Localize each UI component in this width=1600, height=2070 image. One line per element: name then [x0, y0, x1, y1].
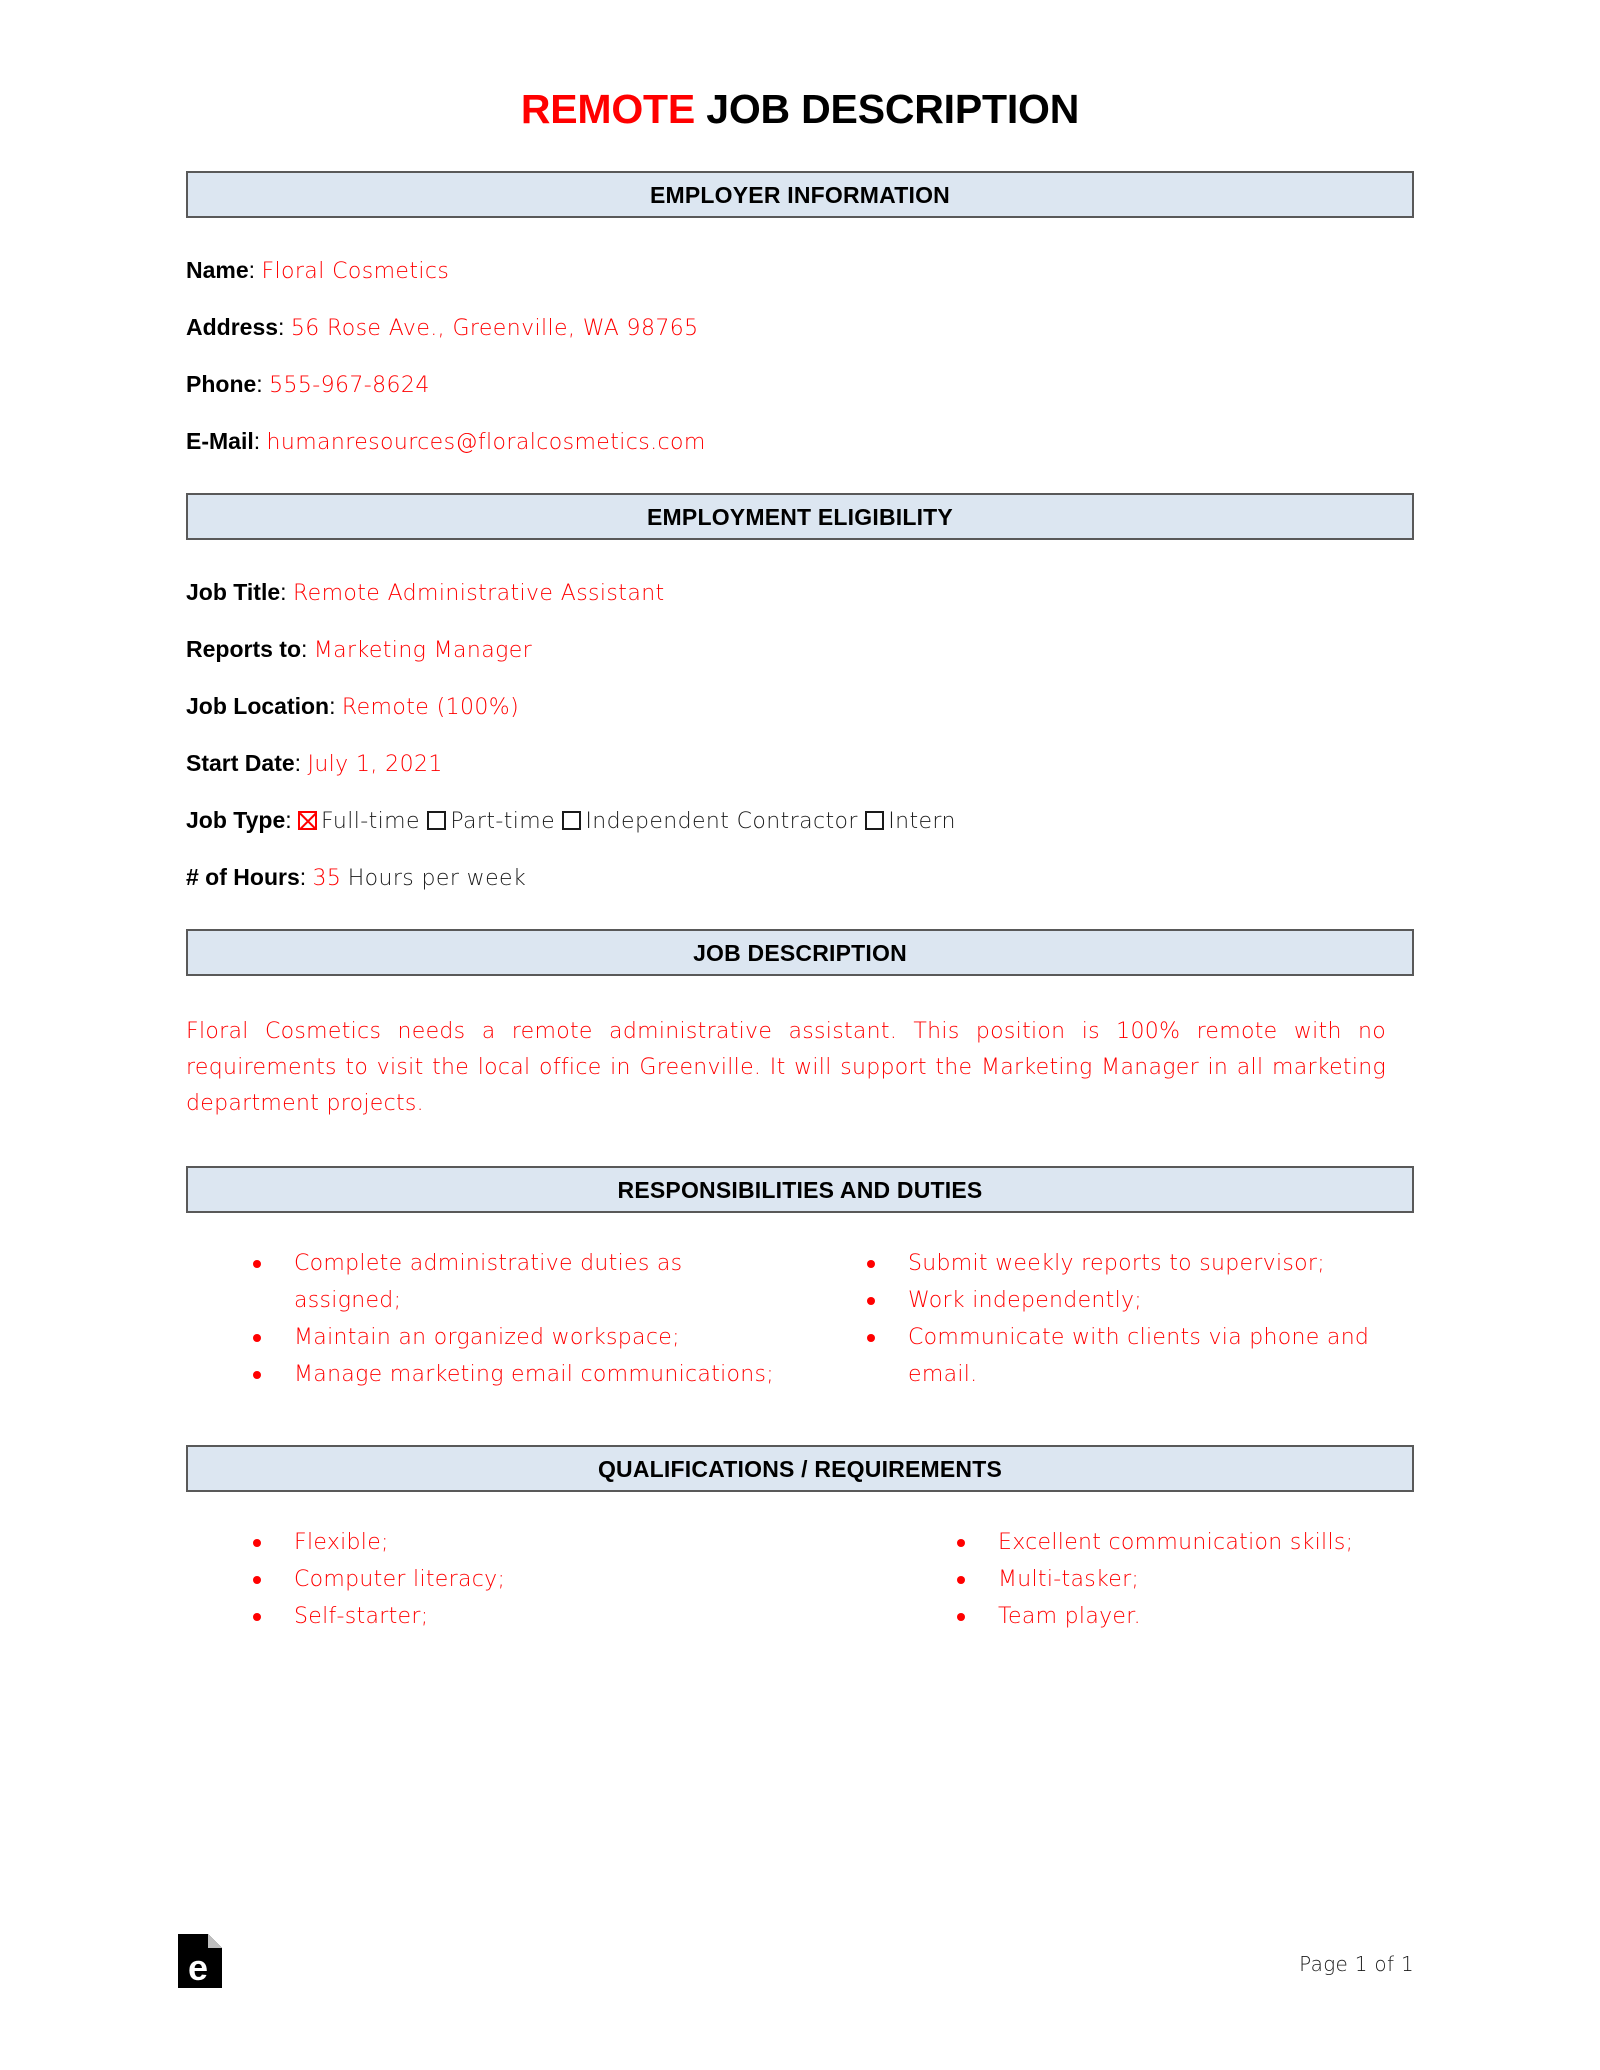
field-job-location-colon: :	[329, 693, 336, 719]
section-header-job-description: JOB DESCRIPTION	[186, 929, 1414, 976]
field-start-date-label: Start Date	[186, 750, 295, 776]
field-job-type-label: Job Type	[186, 807, 286, 833]
page-title: REMOTE JOB DESCRIPTION	[186, 0, 1414, 133]
checkbox-label-full-time: Full-time	[321, 809, 420, 834]
field-reports-to: Reports to: Marketing Manager	[186, 635, 1414, 665]
svg-text:e: e	[188, 1947, 208, 1988]
list-item: Work independently;	[860, 1282, 1404, 1319]
page-number: Page 1 of 1	[1299, 1952, 1414, 1976]
field-job-title: Job Title: Remote Administrative Assista…	[186, 578, 1414, 608]
field-job-title-label: Job Title	[186, 579, 281, 605]
checkbox-label-intern: Intern	[888, 809, 956, 834]
field-job-location-value[interactable]: Remote (100%)	[342, 695, 519, 720]
list-item: Team player.	[950, 1598, 1404, 1635]
field-number-of-hours-value[interactable]: 35	[313, 866, 342, 891]
field-name: Name: Floral Cosmetics	[186, 256, 1414, 286]
field-number-of-hours-colon: :	[299, 864, 307, 890]
section-header-qualifications: QUALIFICATIONS / REQUIREMENTS	[186, 1445, 1414, 1492]
page-title-accent: REMOTE	[520, 86, 696, 132]
qualifications-right-column: Excellent communication skills; Multi-ta…	[800, 1524, 1414, 1635]
section-header-responsibilities: RESPONSIBILITIES AND DUTIES	[186, 1166, 1414, 1213]
page-footer: e Page 1 of 1	[178, 1928, 1414, 1988]
checkbox-part-time[interactable]	[427, 811, 447, 830]
qualifications-right-list: Excellent communication skills; Multi-ta…	[950, 1524, 1404, 1635]
checkbox-label-independent-contractor: Independent Contractor	[585, 809, 858, 834]
field-reports-to-label: Reports to	[186, 636, 301, 662]
field-phone-colon: :	[256, 371, 263, 397]
field-number-of-hours: # of Hours: 35 Hours per week	[186, 863, 1414, 893]
section-header-employment-eligibility: EMPLOYMENT ELIGIBILITY	[186, 493, 1414, 540]
field-address-value[interactable]: 56 Rose Ave., Greenville, WA 98765	[291, 316, 699, 341]
document-page: REMOTE JOB DESCRIPTION EMPLOYER INFORMAT…	[0, 0, 1600, 2070]
job-description-body[interactable]: Floral Cosmetics needs a remote administ…	[186, 1014, 1386, 1122]
qualifications-left-list: Flexible; Computer literacy; Self-starte…	[246, 1524, 776, 1635]
field-reports-to-value[interactable]: Marketing Manager	[314, 638, 532, 663]
field-job-location: Job Location: Remote (100%)	[186, 692, 1414, 722]
field-phone-value[interactable]: 555-967-8624	[269, 373, 430, 398]
field-email-colon: :	[253, 428, 261, 454]
job-type-options: Full-time Part-time Independent Contract…	[298, 809, 956, 834]
page-title-rest: JOB DESCRIPTION	[695, 86, 1080, 132]
field-email-value[interactable]: humanresources@floralcosmetics.com	[267, 430, 706, 455]
checkbox-independent-contractor[interactable]	[562, 811, 582, 830]
field-job-title-value[interactable]: Remote Administrative Assistant	[293, 581, 665, 606]
field-reports-to-colon: :	[301, 636, 308, 662]
field-phone: Phone: 555-967-8624	[186, 370, 1414, 400]
field-job-type-colon: :	[285, 807, 292, 833]
field-name-colon: :	[248, 257, 256, 283]
field-phone-label: Phone	[186, 371, 257, 397]
field-job-location-label: Job Location	[186, 693, 330, 719]
field-address-colon: :	[278, 314, 285, 340]
list-item: Complete administrative duties as assign…	[246, 1245, 776, 1319]
responsibilities-left-list: Complete administrative duties as assign…	[246, 1245, 776, 1393]
list-item: Manage marketing email communications;	[246, 1356, 776, 1393]
list-item: Computer literacy;	[246, 1561, 776, 1598]
field-address: Address: 56 Rose Ave., Greenville, WA 98…	[186, 313, 1414, 343]
section-header-employer-information: EMPLOYER INFORMATION	[186, 171, 1414, 218]
field-number-of-hours-label: # of Hours	[186, 864, 300, 890]
document-content: REMOTE JOB DESCRIPTION EMPLOYER INFORMAT…	[178, 0, 1414, 2070]
field-name-value[interactable]: Floral Cosmetics	[261, 259, 449, 284]
list-item: Excellent communication skills;	[950, 1524, 1404, 1561]
field-number-of-hours-suffix: Hours per week	[347, 866, 527, 891]
field-email: E-Mail: humanresources@floralcosmetics.c…	[186, 427, 1414, 457]
responsibilities-columns: Complete administrative duties as assign…	[186, 1245, 1414, 1393]
field-job-type: Job Type: Full-time Part-time Independen…	[186, 806, 1414, 836]
responsibilities-left-column: Complete administrative duties as assign…	[186, 1245, 800, 1393]
list-item: Submit weekly reports to supervisor;	[860, 1245, 1404, 1282]
field-name-label: Name	[186, 257, 249, 283]
list-item: Self-starter;	[246, 1598, 776, 1635]
checkbox-full-time[interactable]	[298, 811, 318, 830]
field-start-date: Start Date: July 1, 2021	[186, 749, 1414, 779]
field-job-title-colon: :	[280, 579, 287, 605]
field-email-label: E-Mail	[186, 428, 254, 454]
checkbox-label-part-time: Part-time	[450, 809, 556, 834]
list-item: Multi-tasker;	[950, 1561, 1404, 1598]
field-address-label: Address	[186, 314, 279, 340]
list-item: Maintain an organized workspace;	[246, 1319, 776, 1356]
qualifications-columns: Flexible; Computer literacy; Self-starte…	[186, 1524, 1414, 1635]
list-item: Communicate with clients via phone and e…	[860, 1319, 1404, 1393]
field-start-date-value[interactable]: July 1, 2021	[307, 752, 442, 777]
field-start-date-colon: :	[294, 750, 302, 776]
list-item: Flexible;	[246, 1524, 776, 1561]
responsibilities-right-list: Submit weekly reports to supervisor; Wor…	[860, 1245, 1404, 1393]
qualifications-left-column: Flexible; Computer literacy; Self-starte…	[186, 1524, 800, 1635]
responsibilities-right-column: Submit weekly reports to supervisor; Wor…	[800, 1245, 1414, 1393]
checkbox-intern[interactable]	[865, 811, 885, 830]
eforms-logo-icon: e	[178, 1934, 222, 1988]
